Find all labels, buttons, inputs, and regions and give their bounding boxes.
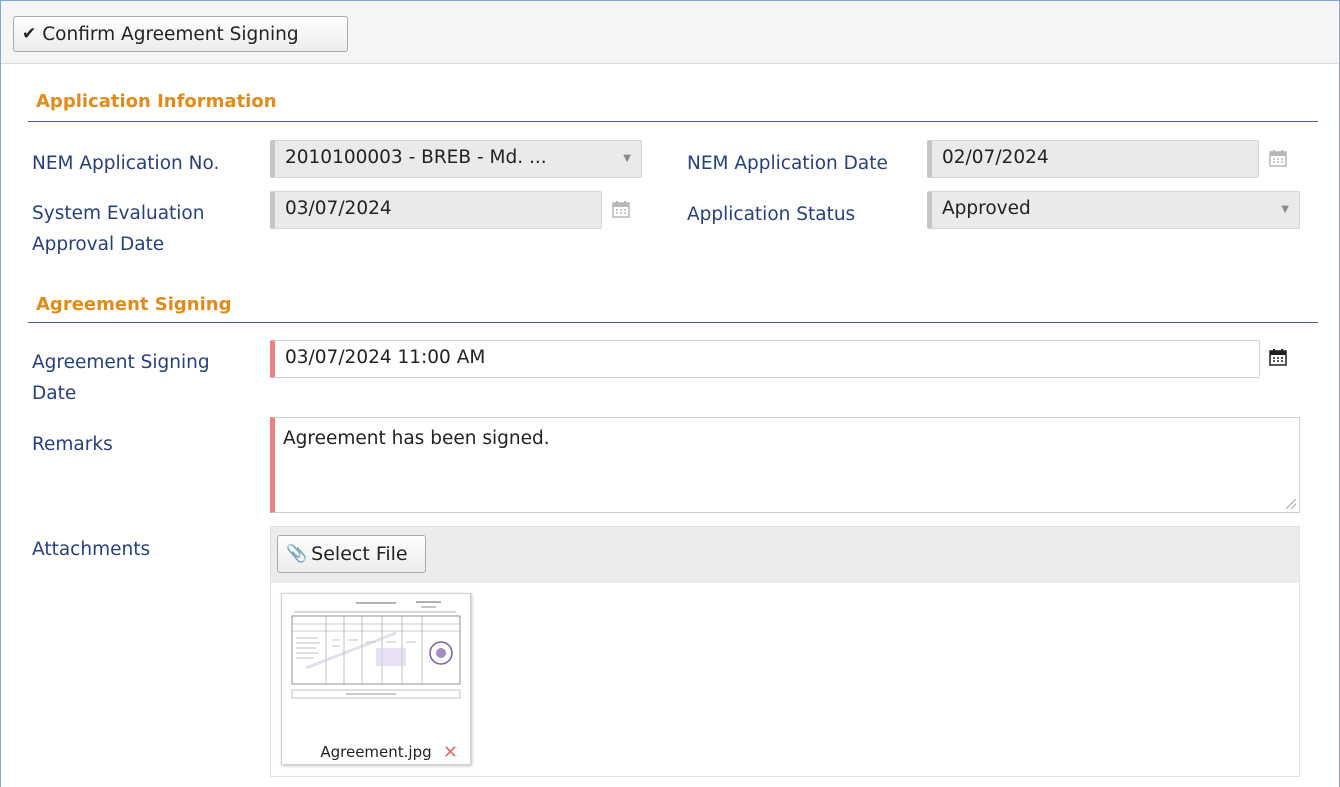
chevron-down-icon: ▼ (623, 153, 631, 164)
system-evaluation-approval-date-field[interactable]: 03/07/2024 (270, 191, 602, 229)
attachments-label: Attachments (32, 539, 151, 560)
toolbar: ✔ Confirm Agreement Signing (1, 1, 1338, 64)
remove-attachment-icon[interactable]: ✕ (443, 742, 458, 763)
paperclip-icon: 📎 (286, 544, 308, 564)
application-status-value: Approved (942, 198, 1031, 219)
application-status-select[interactable]: Approved ▼ (927, 191, 1300, 229)
section-title-application-information: Application Information (36, 91, 277, 112)
nem-application-date-value: 02/07/2024 (942, 147, 1049, 168)
agreement-signing-date-input[interactable]: 03/07/2024 11:00 AM (270, 340, 1260, 378)
nem-application-no-select[interactable]: 2010100003 - BREB - Md. ... ▼ (270, 140, 642, 178)
remarks-value: Agreement has been signed. (283, 428, 550, 449)
section-divider (28, 322, 1318, 323)
confirm-agreement-signing-button[interactable]: ✔ Confirm Agreement Signing (13, 16, 348, 52)
calendar-icon[interactable] (612, 200, 630, 218)
system-evaluation-approval-date-value: 03/07/2024 (285, 198, 392, 219)
attachments-panel: 📎 Select File Agreement.jpg ✕ (270, 526, 1300, 777)
document-thumbnail-image (286, 598, 466, 738)
application-status-label: Application Status (687, 204, 856, 225)
nem-application-no-value: 2010100003 - BREB - Md. ... (285, 147, 547, 168)
remarks-textarea[interactable]: Agreement has been signed. (270, 417, 1300, 513)
attachment-filename: Agreement.jpg (320, 743, 432, 761)
system-evaluation-approval-date-label-line1: System Evaluation (32, 203, 205, 224)
section-divider (28, 121, 1318, 122)
chevron-down-icon: ▼ (1281, 204, 1289, 215)
check-icon: ✔ (22, 24, 37, 44)
attachments-toolbar: 📎 Select File (271, 527, 1299, 583)
agreement-signing-date-label-line2: Date (32, 383, 77, 404)
agreement-signing-date-label-line1: Agreement Signing (32, 352, 210, 373)
remarks-label: Remarks (32, 434, 113, 455)
nem-application-date-label: NEM Application Date (687, 153, 888, 174)
nem-application-no-label: NEM Application No. (32, 153, 220, 174)
section-title-agreement-signing: Agreement Signing (36, 294, 232, 315)
calendar-icon[interactable] (1269, 149, 1287, 167)
agreement-signing-date-value: 03/07/2024 11:00 AM (285, 347, 486, 368)
nem-application-date-field[interactable]: 02/07/2024 (927, 140, 1259, 178)
select-file-label: Select File (311, 543, 408, 565)
system-evaluation-approval-date-label-line2: Approval Date (32, 234, 165, 255)
select-file-button[interactable]: 📎 Select File (277, 535, 426, 573)
calendar-icon[interactable] (1269, 348, 1287, 366)
attachment-card[interactable]: Agreement.jpg ✕ (281, 593, 471, 765)
confirm-button-label: Confirm Agreement Signing (42, 23, 299, 45)
resize-handle-icon[interactable] (1286, 499, 1296, 509)
